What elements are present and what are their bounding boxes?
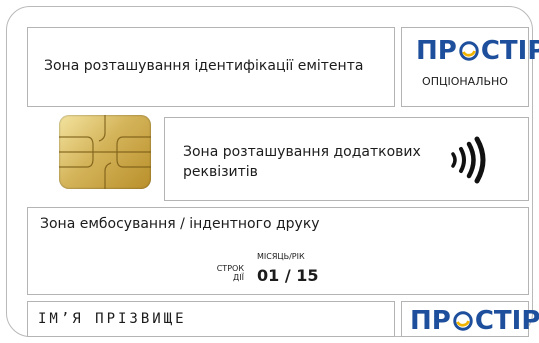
month-year-label: МІСЯЦЬ/РІК xyxy=(257,252,305,261)
extra-zone-label: Зона розташування додаткових реквізитів xyxy=(183,142,421,182)
prostir-logo: ПР СТІР xyxy=(416,36,539,66)
valid-label-line2: ДІЇ xyxy=(233,273,244,282)
logo-text-right: СТІР xyxy=(480,36,539,66)
emv-chip-icon xyxy=(59,115,151,189)
brand-logo-box: ПР СТІР xyxy=(401,301,539,337)
embossing-zone-label: Зона ембосування / індентного друку xyxy=(40,216,320,232)
prostir-swirl-icon xyxy=(459,41,479,61)
logo-text-left: ПР xyxy=(416,36,457,66)
issuer-identification-zone: Зона розташування ідентифікації емітента xyxy=(27,27,395,107)
brand-logo-box-optional: ПР СТІР ОПЦІОНАЛЬНО xyxy=(401,27,539,107)
embossing-zone: Зона ембосування / індентного друку МІСЯ… xyxy=(27,207,529,295)
cardholder-name-zone: ІМ’Я ПРІЗВИЩЕ xyxy=(27,301,395,337)
extra-zone-line2: реквізитів xyxy=(183,164,258,180)
extra-zone-line1: Зона розташування додаткових xyxy=(183,144,421,160)
expiry-date: 01 / 15 xyxy=(257,266,319,285)
logo-text-left: ПР xyxy=(410,306,451,336)
cardholder-name: ІМ’Я ПРІЗВИЩЕ xyxy=(38,311,187,327)
logo-text-right: СТІР xyxy=(474,306,539,336)
optional-label: ОПЦІОНАЛЬНО xyxy=(422,75,508,88)
issuer-zone-label: Зона розташування ідентифікації емітента xyxy=(44,58,364,74)
prostir-logo: ПР СТІР xyxy=(410,306,539,336)
valid-label-line1: СТРОК xyxy=(216,264,244,273)
valid-thru-label: СТРОК ДІЇ xyxy=(208,264,244,282)
contactless-icon xyxy=(451,136,486,184)
additional-details-zone: Зона розташування додаткових реквізитів xyxy=(164,117,529,201)
prostir-swirl-icon xyxy=(453,311,473,331)
payment-card-template: Зона розташування ідентифікації емітента… xyxy=(6,6,539,337)
